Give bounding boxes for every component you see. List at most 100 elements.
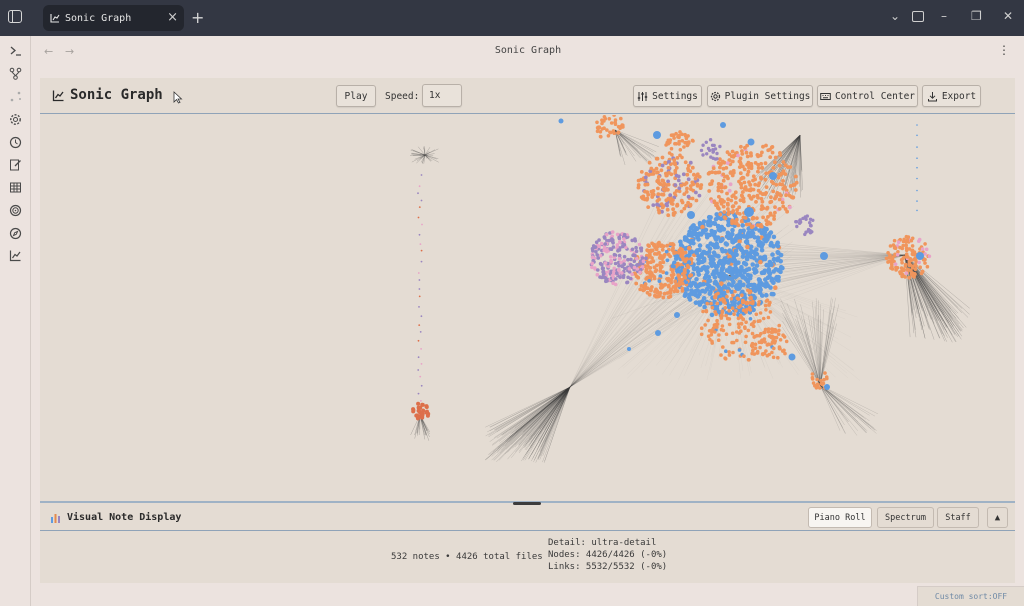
graph-node[interactable]	[632, 259, 637, 263]
graph-node[interactable]	[695, 269, 701, 274]
graph-node[interactable]	[702, 304, 707, 310]
graph-node[interactable]	[661, 244, 666, 249]
graph-node[interactable]	[675, 203, 679, 208]
graph-node[interactable]	[418, 324, 421, 326]
graph-node[interactable]	[668, 242, 673, 246]
graph-node[interactable]	[816, 383, 820, 387]
graph-node[interactable]	[420, 363, 423, 365]
graph-node[interactable]	[612, 266, 616, 271]
graph-node[interactable]	[727, 322, 732, 327]
graph-node[interactable]	[621, 123, 625, 128]
graph-node[interactable]	[776, 332, 781, 336]
graph-node[interactable]	[649, 166, 654, 171]
graph-node[interactable]	[688, 202, 693, 207]
graph-node[interactable]	[763, 277, 768, 282]
graph-node[interactable]	[774, 242, 780, 247]
graph-node[interactable]	[690, 138, 695, 143]
graph-node[interactable]	[630, 247, 635, 252]
graph-node[interactable]	[744, 222, 749, 227]
graph-node[interactable]	[674, 282, 678, 287]
git-branch-icon[interactable]	[9, 67, 22, 80]
graph-node[interactable]	[618, 240, 622, 245]
graph-node[interactable]	[777, 163, 782, 168]
graph-node[interactable]	[417, 216, 420, 219]
graph-node[interactable]	[795, 224, 799, 229]
staff-button[interactable]: Staff	[937, 507, 979, 528]
graph-node[interactable]	[777, 323, 781, 328]
graph-node[interactable]	[645, 182, 650, 187]
graph-node[interactable]	[764, 171, 769, 176]
graph-node[interactable]	[744, 207, 754, 217]
graph-node[interactable]	[754, 200, 758, 204]
graph-node[interactable]	[904, 243, 908, 248]
graph-node[interactable]	[668, 193, 673, 197]
graph-node[interactable]	[766, 220, 771, 225]
graph-node[interactable]	[726, 176, 730, 181]
graph-node[interactable]	[742, 354, 746, 358]
graph-node[interactable]	[781, 179, 785, 183]
graph-node[interactable]	[657, 279, 662, 283]
graph-node[interactable]	[698, 185, 703, 190]
graph-node[interactable]	[635, 263, 639, 267]
graph-node[interactable]	[723, 248, 728, 254]
graph-node[interactable]	[757, 181, 762, 186]
graph-node[interactable]	[713, 236, 718, 241]
graph-node[interactable]	[888, 253, 892, 257]
graph-node[interactable]	[685, 172, 690, 177]
graph-node[interactable]	[612, 115, 616, 117]
graph-node[interactable]	[646, 243, 651, 248]
graph-node[interactable]	[719, 237, 724, 243]
graph-node[interactable]	[794, 220, 798, 224]
graph-node[interactable]	[904, 252, 909, 256]
graph-node[interactable]	[739, 329, 743, 333]
graph-node[interactable]	[713, 310, 717, 314]
graph-node[interactable]	[684, 203, 688, 208]
graph-node[interactable]	[666, 295, 671, 300]
graph-node[interactable]	[811, 218, 815, 222]
graph-node[interactable]	[709, 155, 713, 159]
graph-node[interactable]	[657, 197, 661, 202]
graph-node[interactable]	[611, 281, 615, 285]
graph-node[interactable]	[756, 319, 761, 323]
graph-node[interactable]	[781, 333, 785, 337]
graph-node[interactable]	[734, 201, 738, 205]
graph-node[interactable]	[634, 281, 639, 286]
graph-node[interactable]	[760, 166, 765, 170]
graph-node[interactable]	[691, 223, 696, 228]
graph-node[interactable]	[894, 268, 898, 272]
graph-node[interactable]	[783, 172, 788, 176]
graph-node[interactable]	[706, 146, 711, 151]
graph-node[interactable]	[684, 190, 689, 194]
graph-node[interactable]	[756, 284, 761, 289]
graph-node[interactable]	[686, 142, 690, 147]
graph-node[interactable]	[764, 292, 769, 298]
graph-node[interactable]	[711, 166, 716, 171]
graph-node[interactable]	[680, 139, 685, 143]
sonic-graph-canvas[interactable]	[40, 115, 1015, 501]
graph-node[interactable]	[653, 252, 657, 256]
graph-node[interactable]	[754, 247, 759, 252]
graph-node[interactable]	[679, 198, 684, 203]
graph-node[interactable]	[725, 294, 729, 299]
graph-node[interactable]	[815, 377, 819, 382]
graph-node[interactable]	[600, 266, 605, 270]
graph-node[interactable]	[755, 216, 759, 220]
graph-node[interactable]	[593, 266, 597, 270]
graph-node[interactable]	[724, 349, 728, 353]
graph-node[interactable]	[766, 330, 771, 334]
graph-node[interactable]	[708, 337, 712, 342]
graph-node[interactable]	[707, 246, 713, 251]
graph-node[interactable]	[726, 260, 731, 265]
graph-node[interactable]	[627, 347, 631, 351]
graph-node[interactable]	[710, 305, 715, 310]
graph-node[interactable]	[706, 219, 711, 224]
graph-node[interactable]	[751, 174, 756, 179]
graph-node[interactable]	[596, 268, 600, 272]
graph-node[interactable]	[917, 260, 921, 265]
graph-node[interactable]	[750, 345, 755, 349]
graph-node[interactable]	[673, 279, 678, 284]
graph-node[interactable]	[650, 189, 655, 194]
graph-node[interactable]	[763, 177, 768, 182]
graph-node[interactable]	[927, 254, 932, 259]
graph-node[interactable]	[424, 404, 429, 409]
